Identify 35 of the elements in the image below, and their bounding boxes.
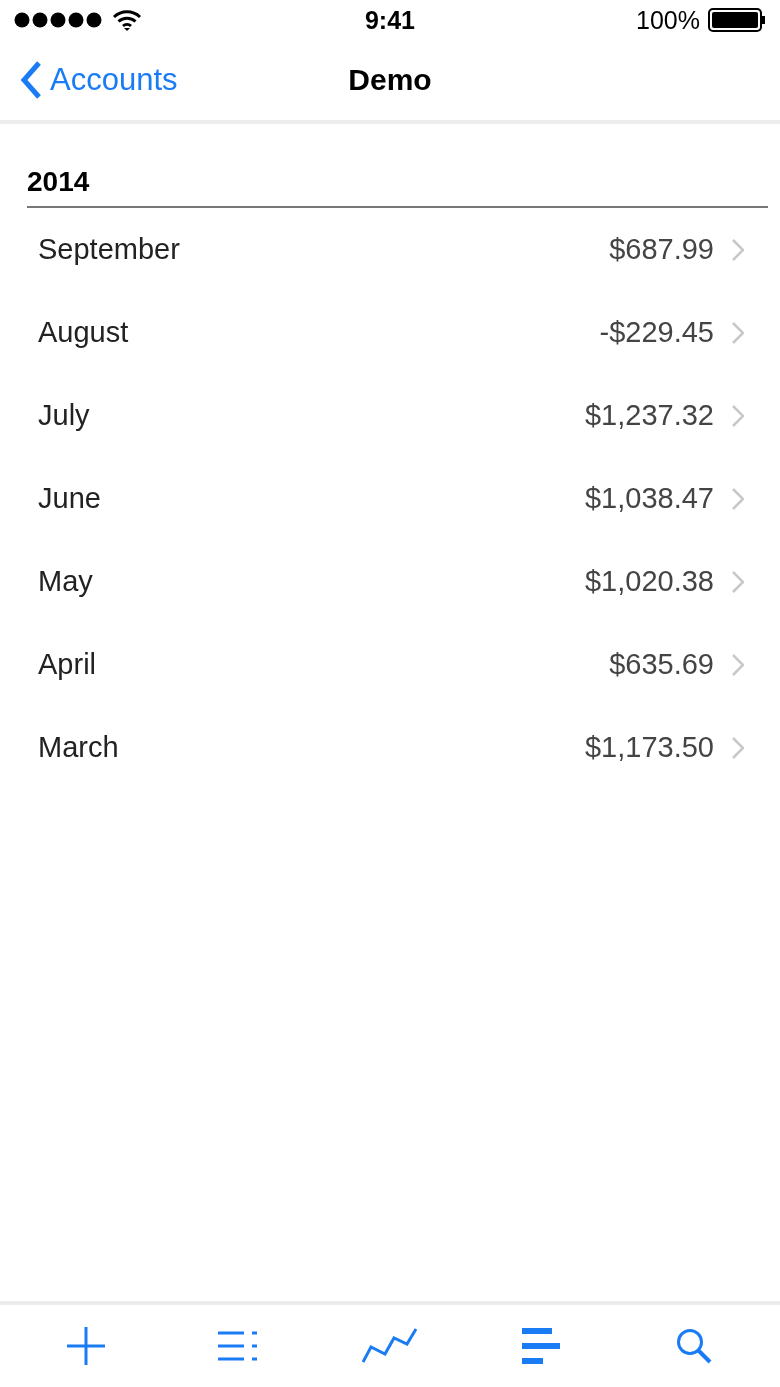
nav-title: Demo — [348, 63, 432, 97]
chevron-right-icon — [732, 404, 744, 427]
month-label[interactable]: May — [38, 565, 585, 598]
status-time: 9:41 — [364, 5, 415, 35]
amount-label: $1,038.47 — [585, 482, 714, 515]
battery-percent: 100% — [636, 5, 700, 35]
line-chart-icon — [362, 1328, 418, 1364]
month-label[interactable]: June — [38, 482, 585, 515]
chevron-right-icon — [732, 321, 744, 344]
amount-label: $1,237.32 — [585, 399, 714, 432]
section-header: 2014 — [27, 166, 90, 197]
month-label[interactable]: March — [38, 731, 585, 764]
amount-label: $687.99 — [609, 233, 714, 266]
chevron-right-icon — [732, 487, 744, 510]
search-icon — [676, 1328, 712, 1364]
amount-label: $635.69 — [609, 648, 714, 681]
list-icon — [218, 1330, 258, 1362]
month-label[interactable]: July — [38, 399, 585, 432]
chevron-right-icon — [732, 653, 744, 676]
chevron-right-icon — [732, 238, 744, 261]
month-label[interactable]: August — [38, 316, 600, 349]
back-button[interactable]: Accounts — [20, 61, 178, 99]
plus-icon — [66, 1326, 106, 1366]
wifi-icon — [112, 9, 142, 31]
chevron-right-icon — [732, 570, 744, 593]
signal-icon — [14, 12, 104, 28]
chevron-right-icon — [732, 736, 744, 759]
amount-label: -$229.45 — [599, 316, 714, 349]
month-label[interactable]: April — [38, 648, 610, 681]
battery-icon — [708, 8, 766, 32]
month-label[interactable]: September — [38, 233, 610, 266]
bars-icon — [522, 1328, 562, 1364]
amount-label: $1,020.38 — [585, 565, 714, 598]
amount-label: $1,173.50 — [585, 731, 714, 764]
chevron-left-icon — [20, 61, 42, 99]
